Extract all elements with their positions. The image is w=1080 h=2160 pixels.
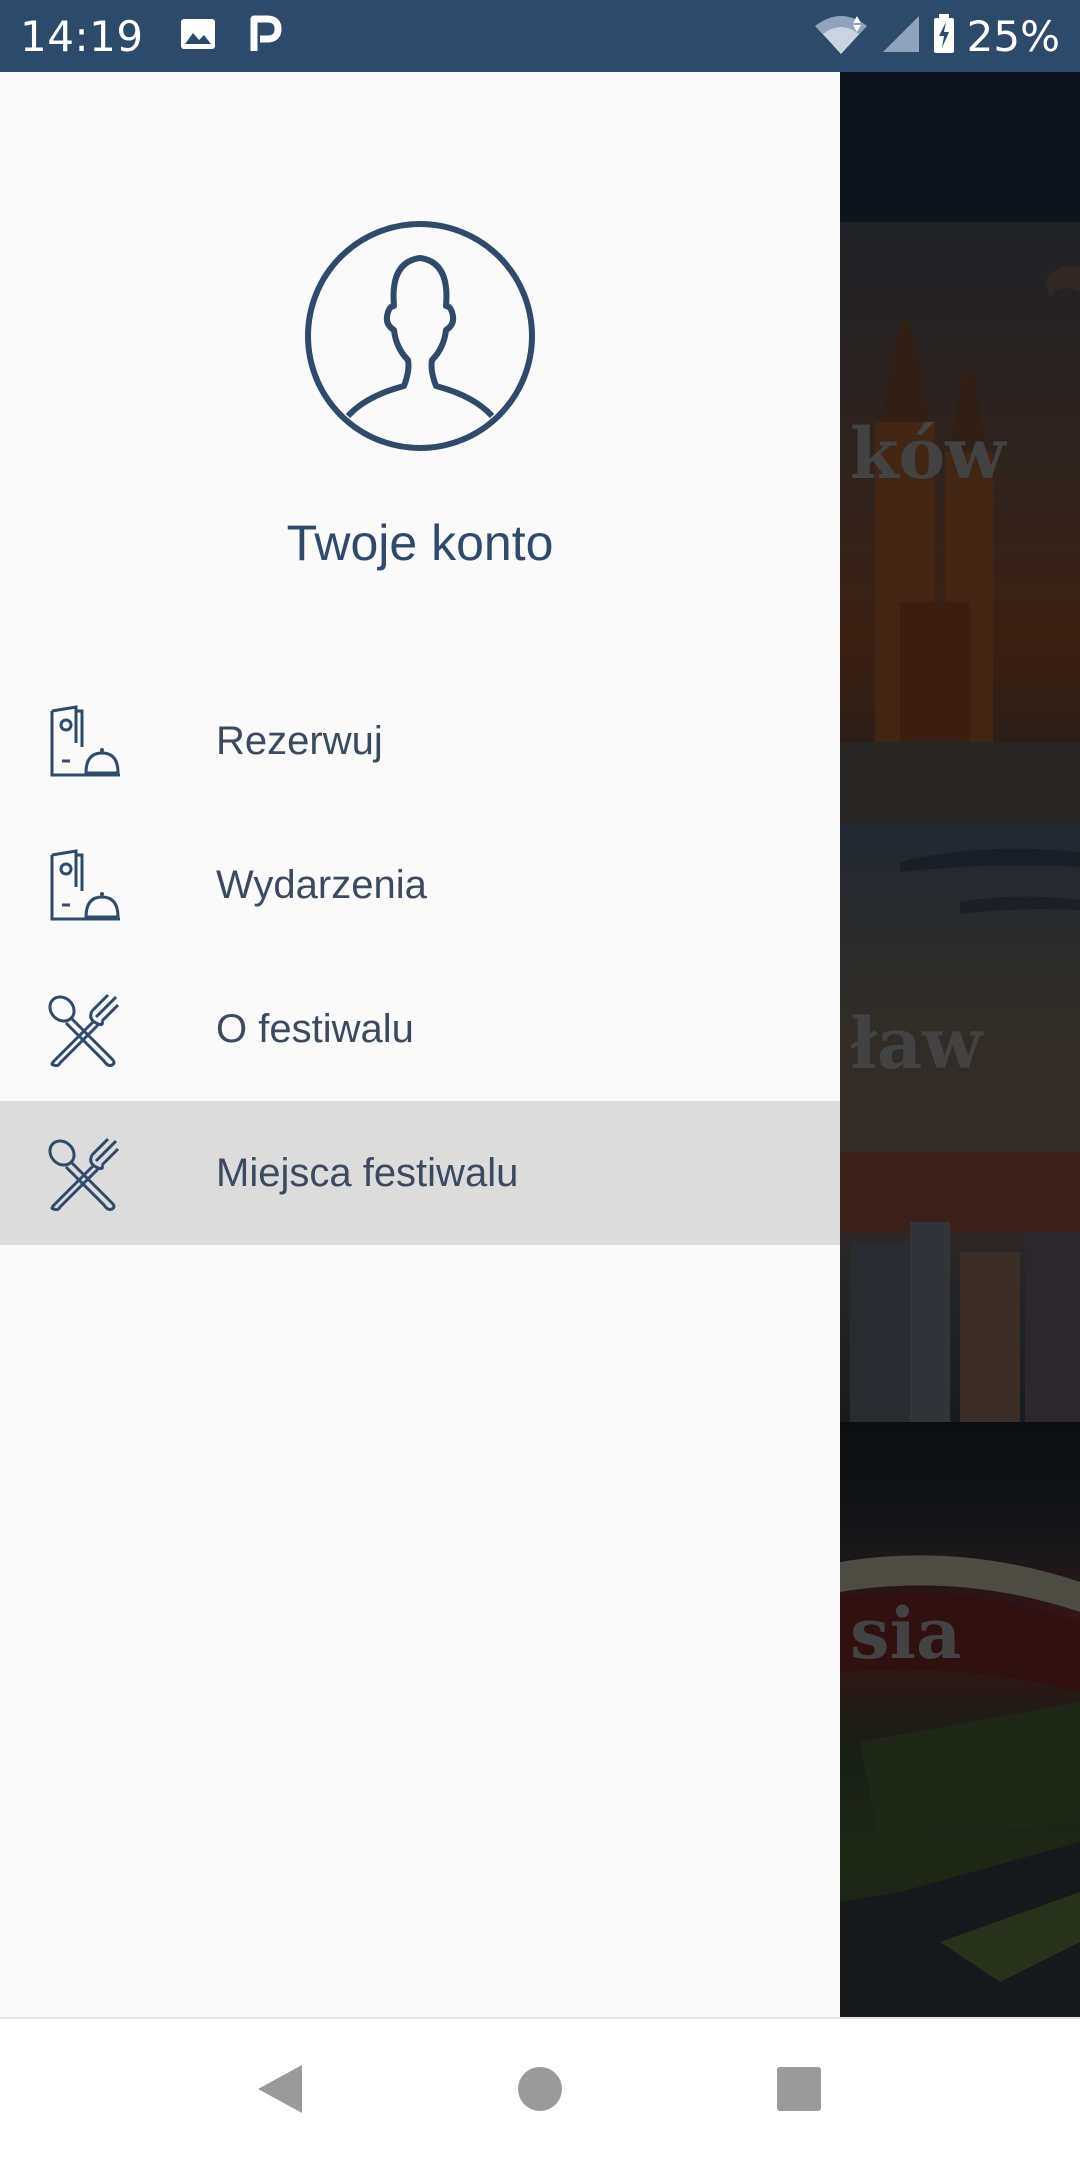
back-icon[interactable]: [256, 2063, 304, 2119]
account-label[interactable]: Twoje konto: [0, 514, 840, 572]
drawer-menu: Rezerwuj Wydarzenia O festiwalu Miejsca …: [0, 669, 840, 1245]
recents-icon[interactable]: [776, 2063, 822, 2119]
image-icon: [180, 18, 216, 54]
user-avatar-icon: [305, 221, 535, 451]
battery-percent: 25%: [966, 11, 1060, 61]
menu-item-miejsca-festiwalu[interactable]: Miejsca festiwalu: [0, 1101, 840, 1245]
menu-item-rezerwuj[interactable]: Rezerwuj: [0, 669, 840, 813]
menu-item-label: Rezerwuj: [216, 718, 383, 763]
status-bar: 14:19 25%: [0, 0, 1080, 72]
menu-item-label: Wydarzenia: [216, 862, 427, 907]
utensils-icon: [46, 1137, 120, 1212]
menu-item-o-festiwalu[interactable]: O festiwalu: [0, 957, 840, 1101]
home-icon[interactable]: [518, 2063, 562, 2119]
p-icon: [250, 15, 282, 57]
avatar[interactable]: [304, 220, 536, 452]
menu-item-wydarzenia[interactable]: Wydarzenia: [0, 813, 840, 957]
menu-item-label: Miejsca festiwalu: [216, 1150, 519, 1195]
menu-bell-icon: [46, 849, 120, 923]
background-content: ków ław sia: [840, 72, 1080, 2017]
battery-charging-icon: [933, 14, 955, 58]
navigation-drawer: Twoje konto Rezerwuj Wydarzenia O festiw…: [0, 72, 840, 2017]
utensils-icon: [46, 993, 120, 1068]
drawer-scrim[interactable]: [840, 72, 1080, 2017]
menu-item-label: O festiwalu: [216, 1006, 414, 1051]
status-time: 14:19: [20, 11, 144, 61]
signal-icon: [881, 14, 921, 58]
menu-bell-icon: [46, 705, 120, 779]
wifi-icon: [813, 14, 869, 58]
system-nav-bar: [0, 2017, 1080, 2160]
